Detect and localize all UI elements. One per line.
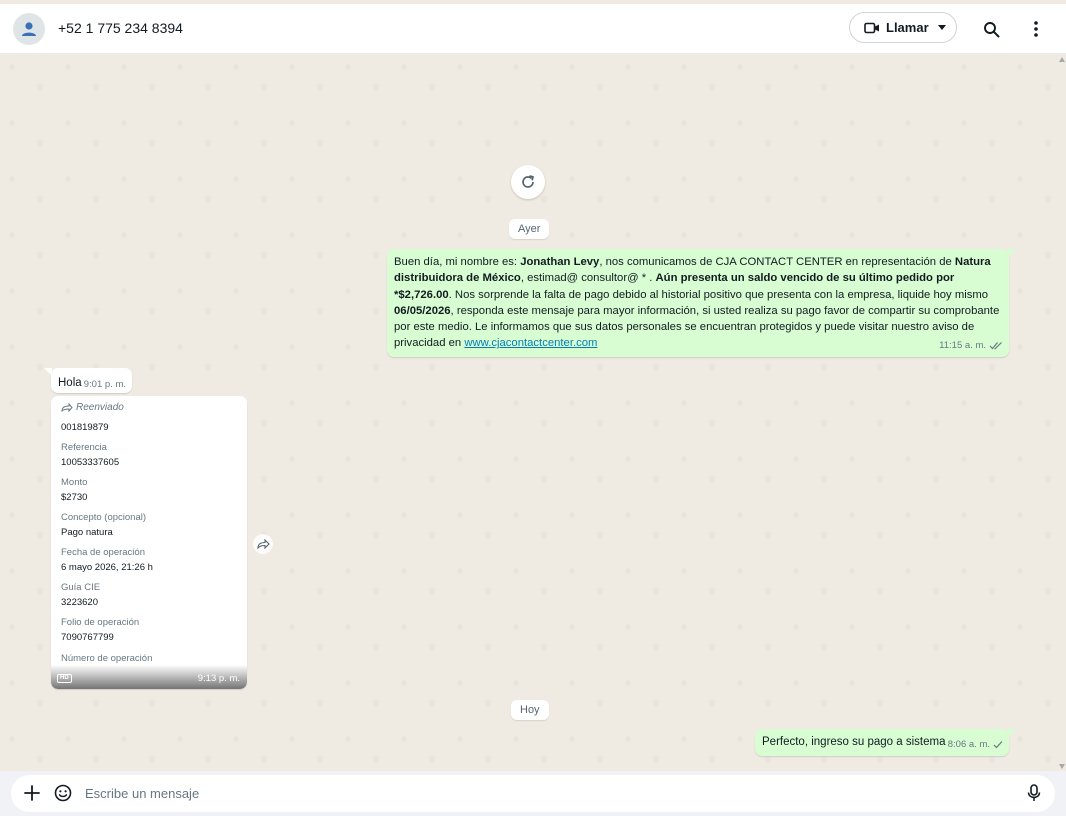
field-label-numero: Número de operación	[61, 653, 153, 664]
message-input[interactable]	[85, 783, 985, 803]
search-icon[interactable]	[979, 17, 1003, 41]
refresh-icon	[522, 175, 534, 188]
incoming-message[interactable]: Hola 9:01 p. m.	[44, 368, 132, 393]
field-value-folio: 7090767799	[61, 632, 114, 643]
forward-icon	[256, 539, 270, 549]
chevron-down-icon	[937, 25, 946, 30]
load-older-messages-button[interactable]	[511, 165, 545, 199]
message-meta: 9:01 p. m.	[84, 379, 126, 390]
forwarded-icon	[61, 403, 73, 412]
text-segment: , estimad@ consultor@ * .	[520, 272, 656, 285]
chat-area[interactable]: Ayer Buen día, mi nombre es: Jonathan Le…	[0, 55, 1066, 771]
sender-name: Jonathan Levy	[520, 256, 600, 268]
field-value-fecha: 6 mayo 2026, 21:26 h	[61, 562, 153, 573]
field-label-referencia: Referencia	[61, 442, 107, 453]
message-text: Hola	[58, 377, 82, 389]
field-label-guia: Guía CIE	[61, 582, 101, 593]
more-options-icon[interactable]	[1024, 17, 1048, 41]
text-segment: . Nos sorprende la falta de pago debido …	[448, 288, 989, 301]
chat-header: +52 1 775 234 8394 Llamar	[0, 4, 1066, 54]
contact-name[interactable]: +52 1 775 234 8394	[58, 20, 183, 36]
forwarded-text: Reenviado	[76, 402, 124, 413]
hd-badge: HD	[57, 674, 72, 683]
due-date: 06/05/2026	[394, 304, 451, 317]
bubble-tail	[44, 368, 52, 376]
field-value-referencia: 10053337605	[61, 457, 120, 468]
text-segment: , nos comunicamos de CJA CONTACT CENTER …	[599, 256, 955, 268]
composer-bar	[0, 771, 1066, 816]
field-label-monto: Monto	[61, 477, 88, 488]
video-camera-icon	[864, 22, 879, 33]
forward-button[interactable]	[253, 534, 273, 554]
composer	[11, 775, 1055, 812]
field-value-monto: $2730	[61, 492, 88, 503]
message-time: 9:13 p. m.	[197, 673, 240, 684]
scrollbar[interactable]	[1058, 55, 1066, 771]
forwarded-label: Reenviado	[61, 402, 237, 413]
sticker-icon	[54, 784, 72, 802]
person-icon	[22, 22, 36, 36]
privacy-link[interactable]: www.cjacontactcenter.com	[464, 337, 597, 349]
receipt-top-value: 001819879	[61, 422, 109, 433]
call-button-label: Llamar	[886, 20, 929, 35]
outgoing-message[interactable]: Buen día, mi nombre es: Jonathan Levy, n…	[387, 249, 1016, 357]
double-check-icon	[989, 342, 1002, 350]
bubble-tail	[1008, 249, 1016, 257]
field-label-folio: Folio de operación	[61, 617, 140, 628]
message-time: 11:15 a. m.	[939, 339, 986, 351]
scroll-down-arrow[interactable]	[1059, 764, 1065, 769]
field-label-concepto: Concepto (opcional)	[61, 512, 147, 523]
attach-button[interactable]	[23, 784, 41, 807]
field-value-concepto: Pago natura	[61, 527, 113, 538]
message-time: 9:01 p. m.	[83, 379, 126, 390]
voice-message-button[interactable]	[1027, 784, 1041, 807]
day-separator-yesterday: Ayer	[509, 219, 550, 239]
microphone-icon	[1027, 784, 1041, 801]
sticker-button[interactable]	[54, 784, 72, 807]
message-text: Buen día, mi nombre es: Jonathan Levy, n…	[394, 254, 1002, 352]
day-separator-today: Hoy	[511, 700, 549, 720]
outgoing-message[interactable]: Perfecto, ingreso su pago a sistema 8:06…	[755, 729, 1016, 756]
call-button[interactable]: Llamar	[849, 12, 957, 43]
field-value-guia: 3223620	[61, 597, 98, 608]
plus-icon	[24, 785, 40, 801]
bubble-tail	[1008, 729, 1016, 737]
message-meta: 11:15 a. m.	[939, 338, 1003, 354]
message-time: 8:06 a. m.	[947, 738, 990, 750]
scroll-up-arrow[interactable]	[1059, 57, 1065, 62]
forwarded-receipt-message[interactable]: Reenviado 001819879 Referencia 100533376…	[51, 396, 247, 689]
text-segment: Buen día, mi nombre es:	[394, 256, 521, 268]
message-text: Perfecto, ingreso su pago a sistema	[762, 736, 946, 748]
message-meta: 8:06 a. m.	[948, 737, 1003, 753]
field-label-fecha: Fecha de operación	[61, 547, 145, 558]
single-check-icon	[993, 741, 1003, 749]
contact-avatar[interactable]	[13, 13, 45, 45]
